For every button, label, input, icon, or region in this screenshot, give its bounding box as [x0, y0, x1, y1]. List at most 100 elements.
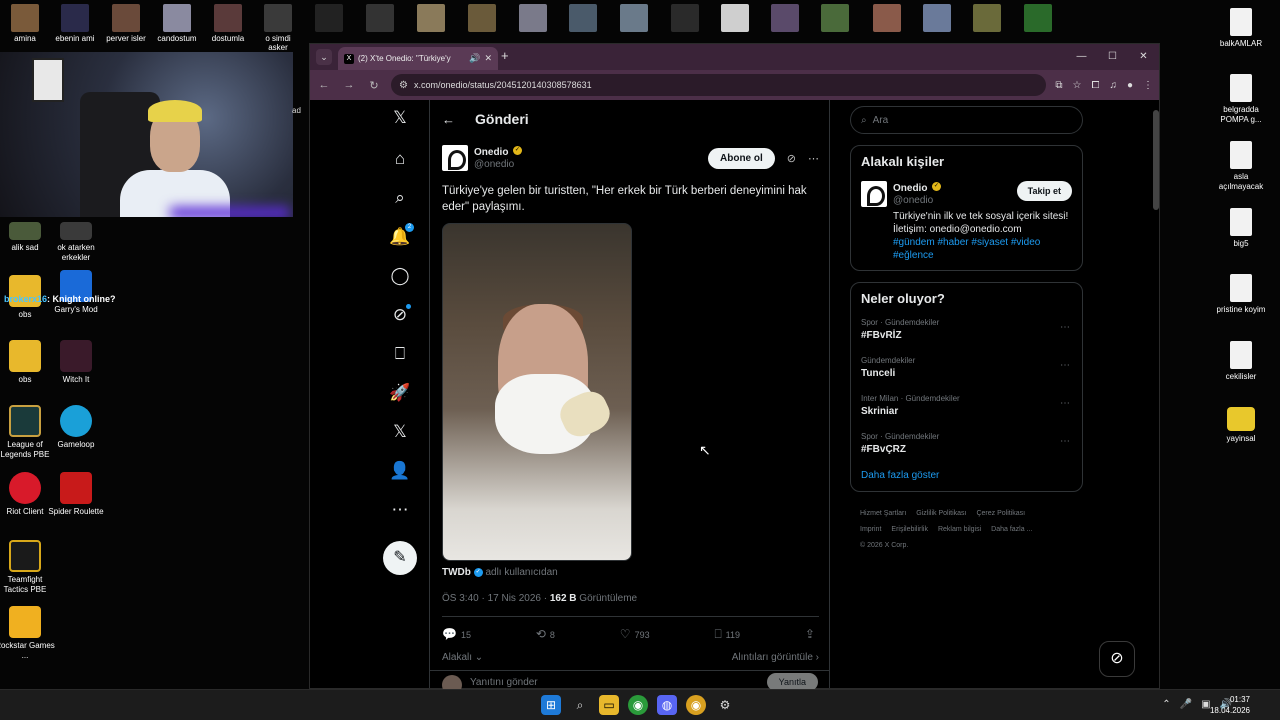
tweet-video[interactable]: [442, 223, 632, 561]
address-bar[interactable]: ⚙ x.com/onedio/status/204512014030857863…: [391, 74, 1047, 96]
tray-overflow-icon[interactable]: ⌃: [1162, 699, 1170, 710]
more-options-icon[interactable]: ⋯: [380, 498, 420, 522]
rocket-icon[interactable]: 🚀: [380, 381, 420, 405]
desktop-icon[interactable]: [762, 4, 808, 34]
like-button[interactable]: ♡ 793: [620, 627, 650, 642]
show-more-link[interactable]: Daha fazla göster: [861, 470, 1072, 481]
author-handle[interactable]: @onedio: [474, 159, 702, 171]
file-explorer-icon[interactable]: ▭: [599, 695, 619, 715]
trend-more-icon[interactable]: ⋯: [1060, 398, 1070, 409]
trend-more-icon[interactable]: ⋯: [1060, 360, 1070, 371]
back-icon[interactable]: ←: [316, 79, 332, 91]
credit-name[interactable]: TWDb: [442, 567, 471, 578]
grok-floating-button[interactable]: ⊘: [1099, 641, 1135, 677]
explore-search-icon[interactable]: ⌕: [380, 186, 420, 210]
new-tab-button[interactable]: +: [501, 48, 509, 63]
browser-menu-icon[interactable]: ⋮: [1143, 80, 1153, 91]
settings-gear-icon[interactable]: ⚙: [715, 695, 735, 715]
media-control-icon[interactable]: ♫: [1109, 80, 1117, 91]
follow-button[interactable]: Takip et: [1016, 181, 1072, 201]
tab-active[interactable]: X (2) X'te Onedio: "Türkiye'y 🔊 ✕: [338, 47, 498, 70]
back-arrow-icon[interactable]: ←: [442, 112, 455, 127]
compose-post-button[interactable]: ✎: [383, 541, 417, 575]
trend-more-icon[interactable]: ⋯: [1060, 322, 1070, 333]
microphone-icon[interactable]: 🎤: [1180, 699, 1192, 710]
footer-link[interactable]: Gizlilik Politikası: [916, 510, 966, 517]
page-scrollbar[interactable]: [1153, 110, 1159, 210]
discord-icon[interactable]: ◍: [657, 695, 677, 715]
desktop-folder-yayinsal[interactable]: yayinsal: [1211, 407, 1271, 444]
tab-close-icon[interactable]: ✕: [484, 53, 492, 64]
desktop-icon[interactable]: candostum: [154, 4, 200, 43]
footer-link[interactable]: Reklam bilgisi: [938, 526, 981, 533]
desktop-icon-spider-roulette[interactable]: Spider Roulette: [46, 472, 106, 517]
trend-item[interactable]: Spor · Gündemdekiler #FBvRİZ ⋯: [861, 318, 1072, 341]
footer-link[interactable]: Çerez Politikası: [976, 510, 1025, 517]
maximize-button[interactable]: ☐: [1097, 44, 1128, 70]
more-icon[interactable]: ⋯: [808, 152, 819, 165]
grok-explain-icon[interactable]: ⊘: [787, 152, 796, 165]
profile-avatar-icon[interactable]: ●: [1127, 80, 1133, 91]
install-app-icon[interactable]: ⧉: [1055, 80, 1062, 91]
desktop-icon-rockstar[interactable]: Rockstar Games ...: [0, 606, 55, 661]
desktop-icon[interactable]: [864, 4, 910, 34]
author-avatar[interactable]: [442, 145, 468, 171]
desktop-icon[interactable]: [306, 4, 352, 34]
desktop-icon-gameloop[interactable]: Gameloop: [46, 405, 106, 450]
desktop-icon[interactable]: [712, 4, 758, 34]
forward-icon[interactable]: →: [341, 79, 357, 91]
repost-button[interactable]: ⟲ 8: [536, 627, 555, 642]
desktop-file-icon[interactable]: big5: [1211, 208, 1271, 249]
close-window-button[interactable]: ✕: [1128, 44, 1159, 70]
desktop-icon[interactable]: o simdi asker: [255, 4, 301, 52]
search-input[interactable]: ⌕ Ara: [850, 106, 1083, 134]
related-avatar[interactable]: [861, 181, 887, 207]
desktop-icon[interactable]: [357, 4, 403, 34]
desktop-icon[interactable]: ebenin ami: [52, 4, 98, 43]
profile-icon[interactable]: 👤: [380, 459, 420, 483]
tab-search-button[interactable]: ⌄: [316, 49, 332, 65]
desktop-icon[interactable]: [1015, 4, 1061, 34]
x-logo-icon[interactable]: 𝕏: [380, 106, 420, 130]
trend-more-icon[interactable]: ⋯: [1060, 436, 1070, 447]
desktop-file-icon[interactable]: asla açılmayacak: [1211, 141, 1271, 192]
reload-icon[interactable]: ↻: [366, 79, 382, 92]
footer-link[interactable]: Daha fazla ...: [991, 526, 1032, 533]
desktop-icon[interactable]: [914, 4, 960, 34]
desktop-icon[interactable]: [560, 4, 606, 34]
minimize-button[interactable]: —: [1066, 44, 1097, 70]
site-info-icon[interactable]: ⚙: [399, 80, 408, 91]
trend-item[interactable]: Inter Milan · Gündemdekiler Skriniar ⋯: [861, 394, 1072, 417]
desktop-icon-witch-it[interactable]: Witch It: [46, 340, 106, 385]
footer-link[interactable]: Hizmet Şartları: [860, 510, 906, 517]
extensions-icon[interactable]: ⧠: [1091, 80, 1099, 91]
sort-dropdown[interactable]: Alakalı ⌄: [442, 652, 483, 663]
related-name[interactable]: Onedio: [893, 183, 927, 194]
footer-link[interactable]: Imprint: [860, 526, 881, 533]
author-name[interactable]: Onedio: [474, 147, 508, 158]
desktop-icon[interactable]: [812, 4, 858, 34]
desktop-file-icon[interactable]: cekilisler: [1211, 341, 1271, 382]
taskbar-search-icon[interactable]: ⌕: [570, 695, 590, 715]
home-icon[interactable]: ⌂: [380, 147, 420, 171]
bookmarks-icon[interactable]: ⎕: [380, 342, 420, 366]
reply-button[interactable]: 💬 15: [442, 627, 471, 642]
desktop-file-icon[interactable]: balkAMLAR: [1211, 8, 1271, 49]
desktop-icon[interactable]: [611, 4, 657, 34]
desktop-icon[interactable]: amina: [2, 4, 48, 43]
trend-item[interactable]: Spor · Gündemdekiler #FBvÇRZ ⋯: [861, 432, 1072, 455]
desktop-icon[interactable]: perver isler: [103, 4, 149, 43]
trend-item[interactable]: Gündemdekiler Tunceli ⋯: [861, 356, 1072, 379]
desktop-icon-garrys-mod[interactable]: Garry's Mod: [46, 270, 106, 315]
windows-start-icon[interactable]: ⊞: [541, 695, 561, 715]
bookmark-star-icon[interactable]: ☆: [1072, 80, 1081, 91]
desktop-icon[interactable]: [408, 4, 454, 34]
desktop-file-icon[interactable]: belgradda POMPA g...: [1211, 74, 1271, 125]
desktop-icon[interactable]: dostumla: [205, 4, 251, 43]
chrome-canary-icon[interactable]: ◉: [686, 695, 706, 715]
reply-input[interactable]: Yanıtını gönder: [470, 677, 538, 688]
desktop-icon-ok-atarken[interactable]: ok atarken erkekler: [46, 222, 106, 263]
related-hashtags[interactable]: #gündem #haber #siyaset #video #eğlence: [893, 236, 1072, 262]
chrome-icon[interactable]: ◉: [628, 695, 648, 715]
notifications-icon[interactable]: 🔔 2: [380, 223, 420, 249]
